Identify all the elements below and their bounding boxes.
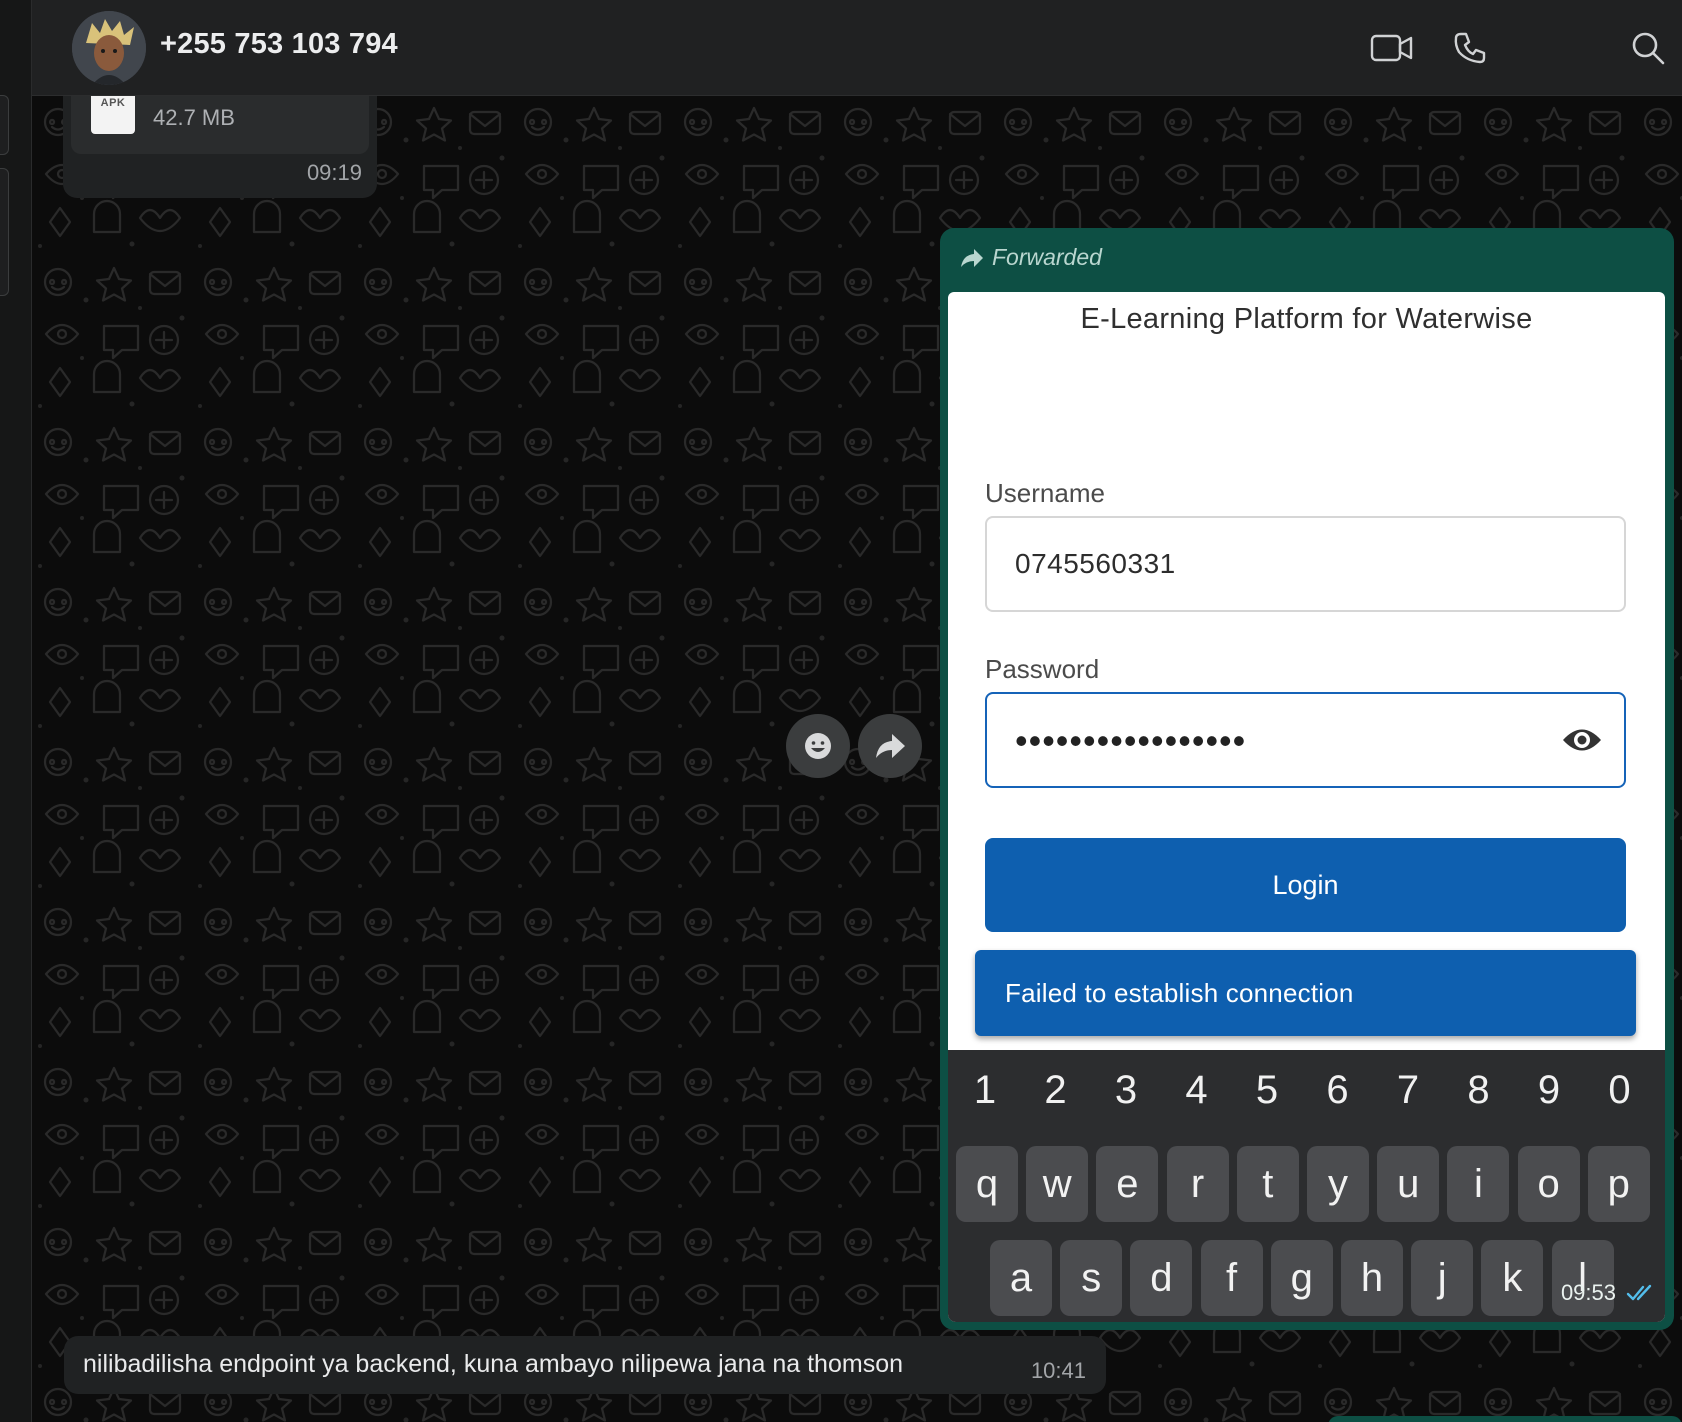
keyboard-number-key: 6 [1326, 1068, 1349, 1112]
keyboard-letter-key: r [1166, 1146, 1229, 1222]
keyboard-letter-key: y [1307, 1146, 1369, 1222]
keyboard-letter-key: j [1411, 1240, 1474, 1316]
number-row: 1 2 3 4 5 6 7 8 9 0 [948, 1068, 1665, 1128]
password-field: ••••••••••••••••• [985, 692, 1626, 788]
error-snackbar: Failed to establish connection [975, 950, 1636, 1036]
chat-area[interactable]: APK 42.7 MB 09:19 Forwarded E-Learning P… [32, 96, 1682, 1422]
search-icon[interactable] [1623, 24, 1673, 72]
keyboard-number-key: 3 [1114, 1068, 1138, 1112]
keyboard-letter-key: d [1130, 1240, 1193, 1316]
password-label: Password [985, 654, 1100, 684]
forwarded-indicator: Forwarded [960, 244, 1102, 271]
keyboard-letter-key: a [990, 1240, 1052, 1316]
login-button: Login [985, 838, 1626, 932]
left-rail [0, 0, 32, 1422]
keyboard-number-key: 2 [1044, 1068, 1067, 1112]
rail-tab[interactable] [0, 168, 9, 296]
apk-file-icon: APK [91, 96, 135, 134]
keyboard-number-key: 4 [1185, 1068, 1208, 1112]
message-meta: 09:53 [1561, 1280, 1656, 1306]
keyboard-letter-key: p [1587, 1146, 1650, 1222]
keyboard-letter-key: q [956, 1146, 1018, 1222]
keyboard-number-key: 1 [973, 1068, 997, 1112]
keyboard-number-key: 5 [1255, 1068, 1279, 1112]
emoji-reaction-icon[interactable] [786, 714, 850, 778]
keyboard-letter-key: e [1096, 1146, 1159, 1222]
keyboard-letter-key: i [1447, 1146, 1510, 1222]
keyboard-letter-key: w [1026, 1146, 1089, 1222]
keyboard-number-key: 9 [1537, 1068, 1561, 1112]
keyboard-letter-key: g [1270, 1240, 1333, 1316]
username-field: 0745560331 [985, 516, 1626, 612]
whatsapp-window: +255 753 103 794 APK 42.7 MB 09:19 Forwa… [0, 0, 1682, 1422]
keyboard-letter-key: t [1236, 1146, 1299, 1222]
username-label: Username [985, 478, 1105, 508]
onscreen-keyboard: 1234567890 qwertyuiop asdfghjkl [948, 1050, 1665, 1322]
forwarded-icon [961, 248, 983, 267]
app-title: E-Learning Platform for Waterwise [1080, 303, 1533, 335]
incoming-file-message[interactable]: APK 42.7 MB 09:19 [63, 96, 377, 198]
forward-icon[interactable] [858, 714, 922, 778]
avatar[interactable] [72, 11, 146, 85]
keyboard-letter-key: s [1060, 1240, 1123, 1316]
keyboard-number-key: 7 [1396, 1068, 1420, 1112]
keyboard-letter-key: o [1517, 1146, 1580, 1222]
keyboard-letter-key: u [1377, 1146, 1440, 1222]
message-text: nilibadilisha endpoint ya backend, kuna … [83, 1350, 903, 1378]
file-card[interactable]: APK 42.7 MB [71, 96, 369, 154]
outgoing-forwarded-message[interactable]: Forwarded E-Learning Platform for Waterw… [940, 228, 1674, 1330]
username-value: 0745560331 [1015, 548, 1176, 579]
message-time: 09:53 [1560, 1280, 1616, 1305]
next-outgoing-message[interactable] [1328, 1416, 1682, 1422]
keyboard-number-key: 8 [1467, 1068, 1490, 1112]
screenshot-image[interactable]: E-Learning Platform for Waterwise Userna… [948, 292, 1665, 1322]
keyboard-letter-key: h [1341, 1240, 1403, 1316]
file-size: 42.7 MB [153, 105, 235, 130]
chat-header: +255 753 103 794 [32, 0, 1682, 96]
keyboard-letter-key: f [1200, 1240, 1263, 1316]
contact-name[interactable]: +255 753 103 794 [160, 28, 398, 61]
incoming-text-message[interactable]: nilibadilisha endpoint ya backend, kuna … [64, 1336, 1106, 1394]
double-check-read-icon [1626, 1284, 1652, 1301]
keyboard-letter-key: k [1481, 1240, 1544, 1316]
message-time: 09:19 [306, 160, 362, 185]
password-value: ••••••••••••••••• [1015, 720, 1247, 761]
eye-icon [1560, 722, 1604, 758]
voice-call-icon[interactable] [1445, 24, 1495, 72]
message-time: 10:41 [1030, 1358, 1086, 1383]
keyboard-number-key: 0 [1608, 1068, 1631, 1112]
forwarded-label: Forwarded [992, 244, 1102, 270]
video-call-icon[interactable] [1367, 24, 1417, 72]
rail-tab[interactable] [0, 95, 9, 155]
